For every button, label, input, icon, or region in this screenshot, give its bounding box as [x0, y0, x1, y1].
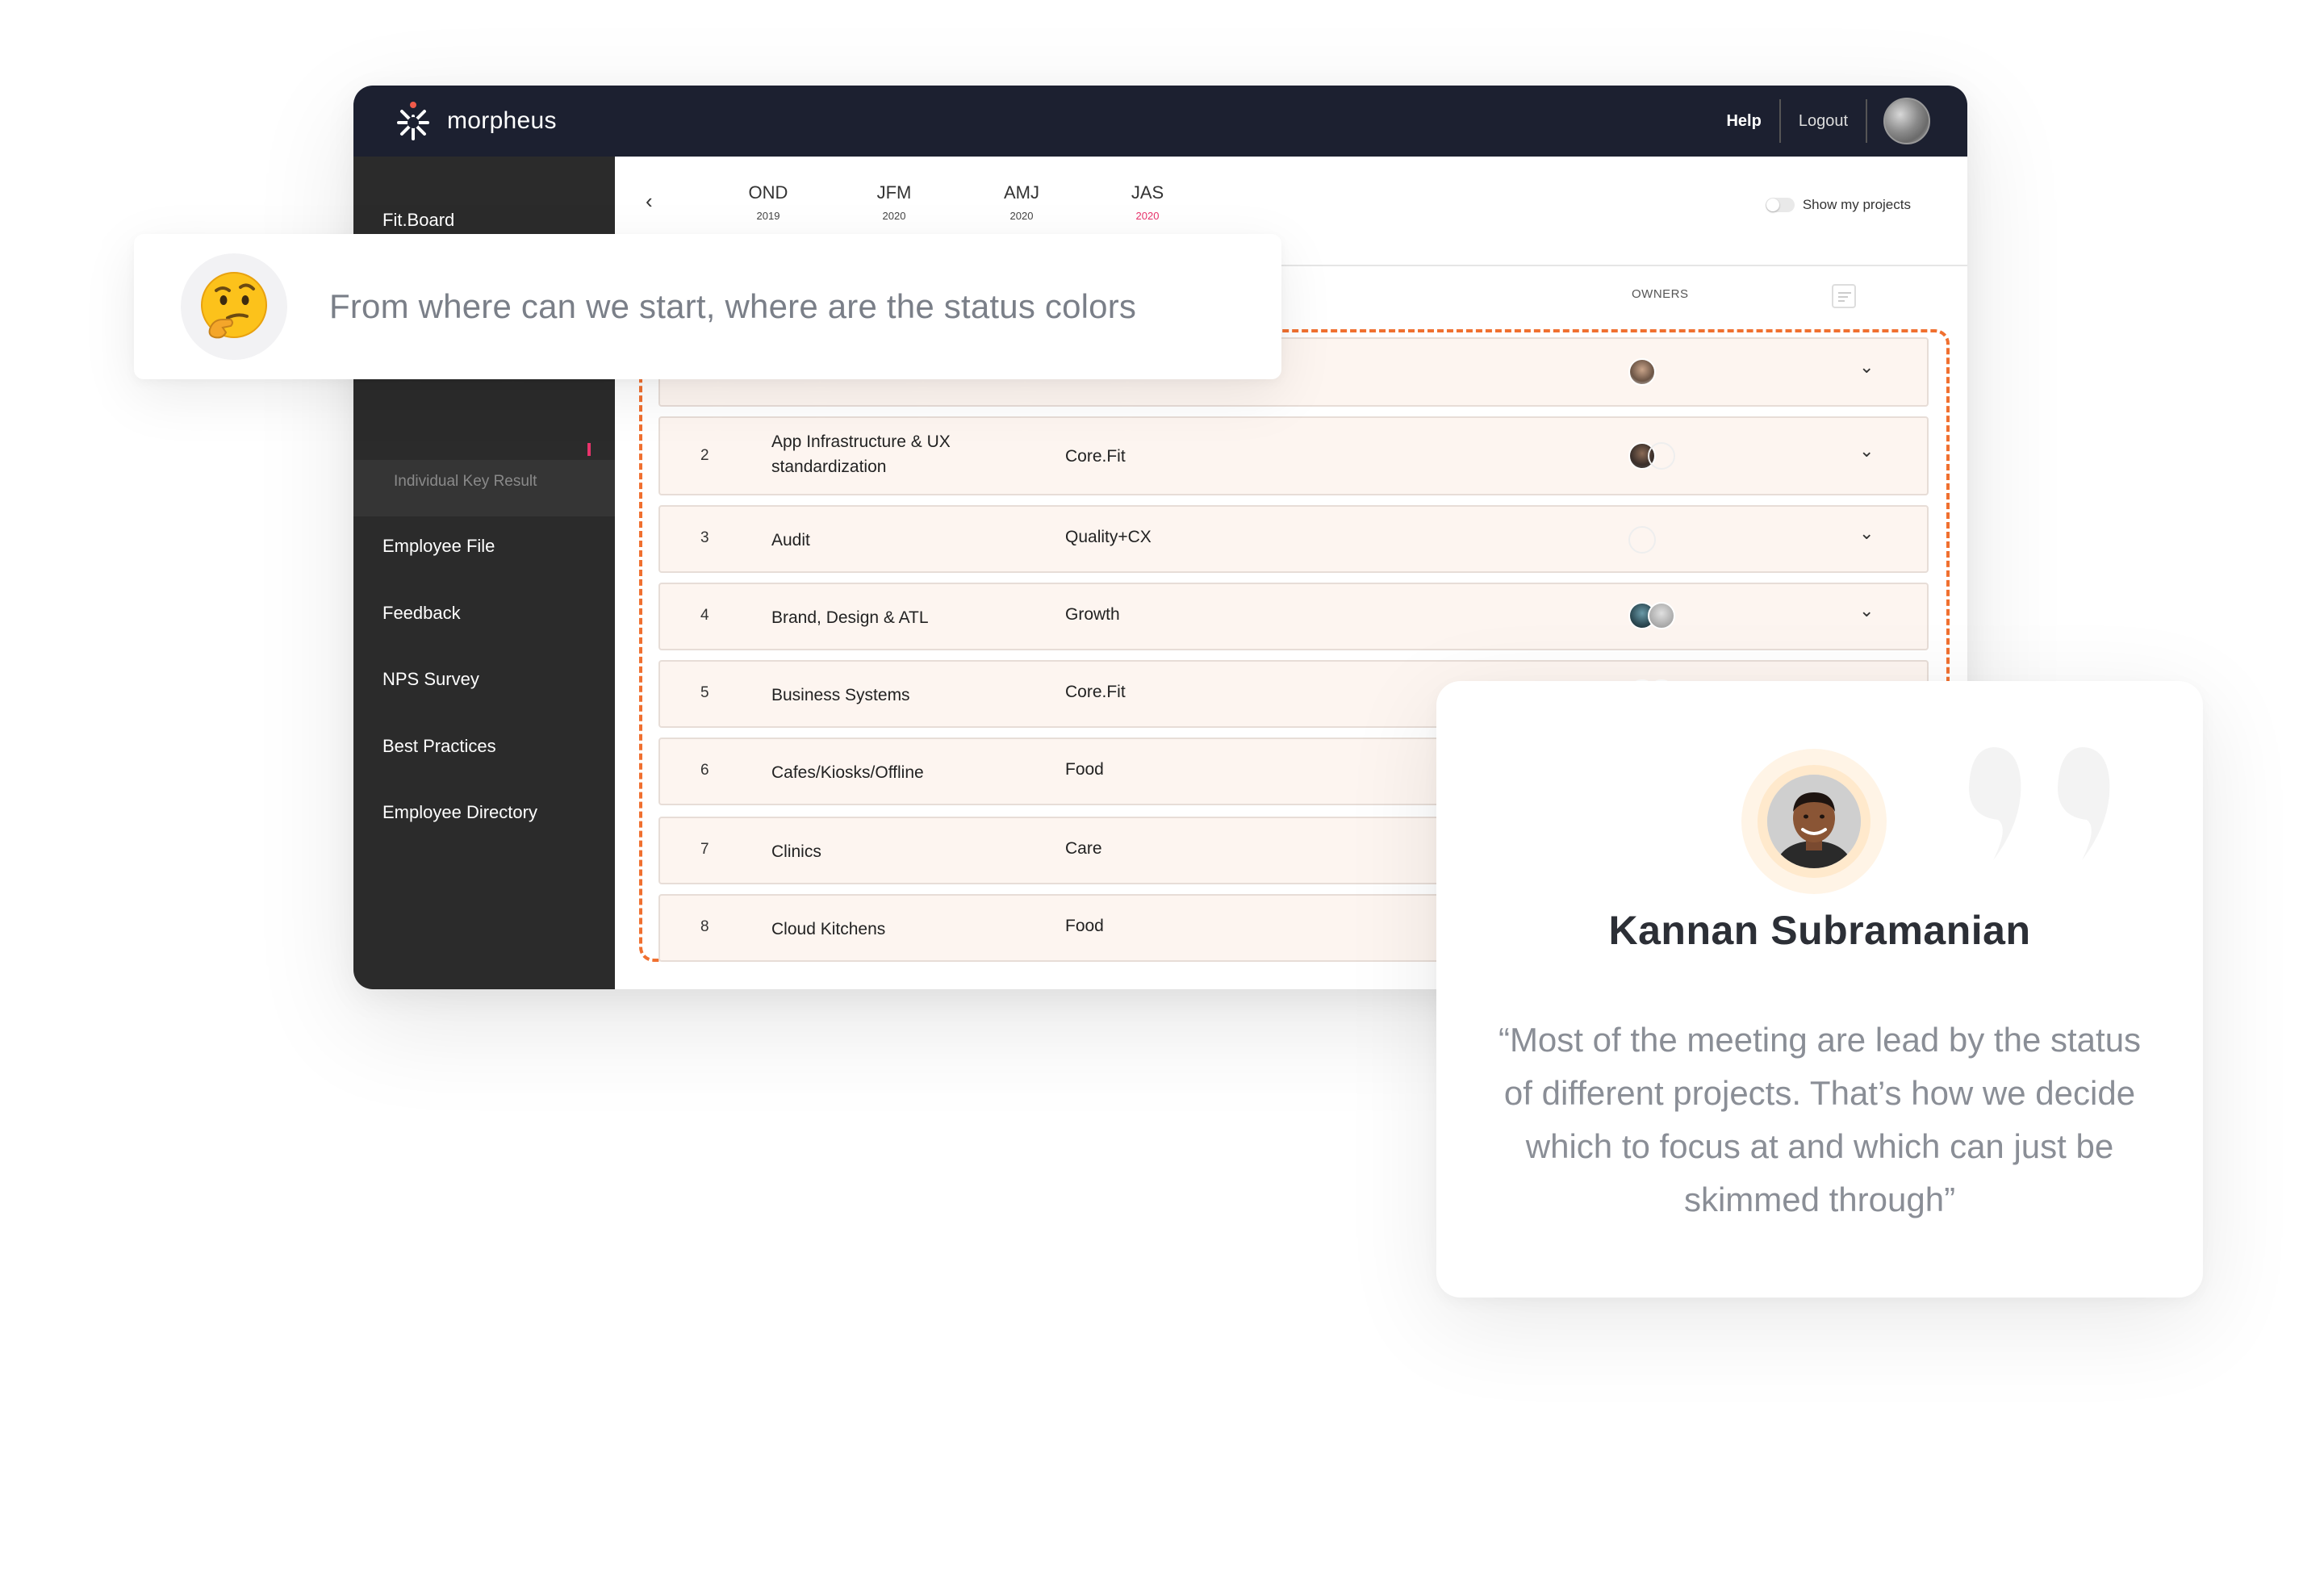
- expand-chevron-icon[interactable]: ⌄: [1859, 600, 1874, 621]
- quarter-year: 2019: [756, 210, 780, 222]
- owners-column-header: OWNERS: [1632, 287, 1689, 301]
- user-avatar[interactable]: [1883, 98, 1930, 144]
- sidebar-item-feedback[interactable]: Feedback: [382, 603, 461, 624]
- row-number: 5: [700, 684, 709, 701]
- row-number: 4: [700, 607, 709, 624]
- row-project-name: App Infrastructure & UX standardization: [771, 433, 951, 476]
- table-row[interactable]: 2 App Infrastructure & UX standardizatio…: [658, 416, 1929, 495]
- show-my-projects-toggle[interactable]: [1765, 198, 1795, 212]
- table-row[interactable]: 4 Brand, Design & ATL Growth ⌄: [658, 583, 1929, 650]
- testimonial-avatar-ring: [1741, 749, 1887, 894]
- quarter-label: JFM: [876, 182, 912, 203]
- row-team: Core.Fit: [1065, 683, 1126, 701]
- row-project-name: Cafes/Kiosks/Offline: [771, 763, 924, 782]
- prev-quarter-icon[interactable]: ‹: [646, 189, 653, 214]
- row-number: 6: [700, 762, 709, 779]
- row-owners: [1628, 358, 1656, 386]
- quarter-year: 2020: [1135, 210, 1160, 222]
- quarter-jas[interactable]: JAS 2020: [1115, 182, 1180, 222]
- sidebar-active-marker: [587, 443, 591, 456]
- row-project-name: Clinics: [771, 842, 821, 861]
- thinking-face-icon: [181, 253, 287, 360]
- testimonial-card: Kannan Subramanian “Most of the meeting …: [1436, 681, 2203, 1298]
- brand-logo[interactable]: morpheus: [391, 98, 557, 144]
- quarter-ond[interactable]: OND 2019: [736, 182, 800, 222]
- row-owners: [1628, 442, 1675, 470]
- row-project-name: Business Systems: [771, 686, 910, 704]
- testimonial-author-name: Kannan Subramanian: [1608, 908, 2031, 953]
- quarter-year: 2020: [882, 210, 906, 222]
- owner-avatar-placeholder: [1648, 442, 1675, 470]
- top-bar: morpheus Help Logout: [353, 86, 1967, 157]
- quarter-label: AMJ: [1004, 182, 1039, 203]
- quarter-year: 2020: [1009, 210, 1034, 222]
- show-my-projects-control: Show my projects: [1765, 197, 1911, 213]
- quarter-label: OND: [748, 182, 788, 203]
- owner-avatar[interactable]: [1628, 358, 1656, 386]
- row-owners: [1628, 526, 1656, 554]
- row-owners: [1628, 602, 1675, 629]
- row-project-name: Brand, Design & ATL: [771, 608, 929, 627]
- quarter-amj[interactable]: AMJ 2020: [989, 182, 1054, 222]
- owner-avatar-placeholder: [1628, 526, 1656, 554]
- row-team: Core.Fit: [1065, 447, 1126, 466]
- logout-link[interactable]: Logout: [1779, 99, 1867, 143]
- row-team: Care: [1065, 839, 1102, 858]
- thinking-callout-card: From where can we start, where are the s…: [134, 234, 1281, 379]
- show-my-projects-label: Show my projects: [1802, 197, 1911, 212]
- row-team: Growth: [1065, 605, 1120, 624]
- row-team: Quality+CX: [1065, 528, 1152, 546]
- row-team: Food: [1065, 917, 1104, 935]
- expand-chevron-icon[interactable]: ⌄: [1859, 357, 1874, 378]
- sidebar-subitem-individual-key-result[interactable]: Individual Key Result: [394, 473, 537, 491]
- thinking-question-text: From where can we start, where are the s…: [329, 287, 1137, 325]
- morpheus-logo-icon: [397, 102, 429, 140]
- sidebar-item-best-practices[interactable]: Best Practices: [382, 736, 496, 757]
- testimonial-quote-text: “Most of the meeting are lead by the sta…: [1498, 1021, 2142, 1218]
- row-number: 3: [700, 529, 709, 546]
- row-number: 8: [700, 918, 709, 935]
- sidebar-item-employee-directory[interactable]: Employee Directory: [382, 802, 537, 823]
- sidebar-item-employee-file[interactable]: Employee File: [382, 536, 495, 557]
- quarter-jfm[interactable]: JFM 2020: [862, 182, 926, 222]
- row-number: 7: [700, 841, 709, 858]
- help-link[interactable]: Help: [1708, 99, 1779, 143]
- row-number: 2: [700, 447, 709, 464]
- owner-avatar[interactable]: [1648, 602, 1675, 629]
- row-team: Food: [1065, 760, 1104, 779]
- brand-name: morpheus: [447, 107, 557, 134]
- row-project-name: Cloud Kitchens: [771, 920, 886, 938]
- quote-marks-icon: [1969, 747, 2110, 860]
- quarter-label: JAS: [1131, 182, 1164, 203]
- sidebar-item-nps-survey[interactable]: NPS Survey: [382, 669, 479, 690]
- expand-chevron-icon[interactable]: ⌄: [1859, 441, 1874, 462]
- sidebar-item-fitboard[interactable]: Fit.Board: [382, 210, 454, 231]
- expand-chevron-icon[interactable]: ⌄: [1859, 523, 1874, 544]
- testimonial-avatar: [1767, 775, 1861, 868]
- filter-icon[interactable]: [1832, 284, 1856, 308]
- row-project-name: Audit: [771, 531, 810, 550]
- table-row[interactable]: 3 Audit Quality+CX ⌄: [658, 505, 1929, 573]
